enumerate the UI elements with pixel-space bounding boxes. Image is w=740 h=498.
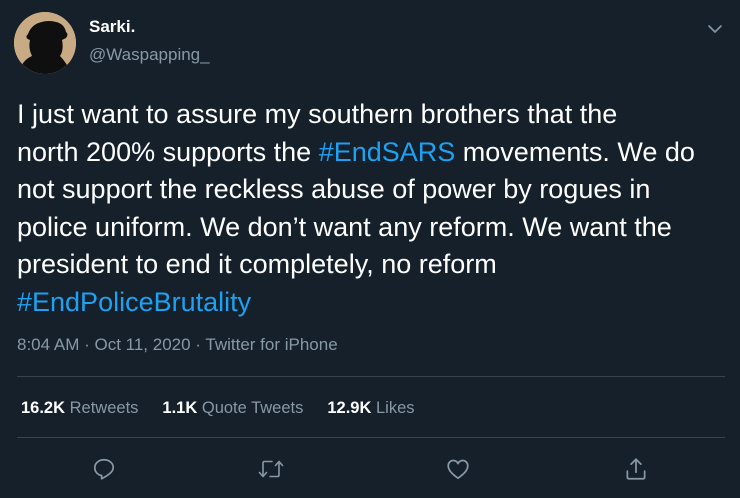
retweets-stat[interactable]: 16.2K Retweets	[21, 399, 138, 418]
reply-button[interactable]	[87, 452, 121, 486]
meta-separator: ·	[190, 335, 206, 354]
likes-label: Likes	[376, 399, 415, 417]
hashtag-endsars[interactable]: #EndSARS	[319, 137, 456, 167]
avatar-silhouette	[14, 12, 76, 74]
hashtag-endpolicebrutality[interactable]: #EndPoliceBrutality	[17, 287, 251, 317]
retweets-count: 16.2K	[21, 399, 66, 417]
retweets-label: Retweets	[69, 399, 139, 417]
share-icon	[626, 458, 646, 480]
share-button[interactable]	[619, 452, 653, 486]
quote-tweets-label: Quote Tweets	[201, 399, 304, 417]
tweet-stats: 16.2K Retweets 1.1K Quote Tweets 12.9K L…	[21, 399, 439, 418]
tweet-time[interactable]: 8:04 AM	[17, 335, 79, 354]
quote-tweets-stat[interactable]: 1.1K Quote Tweets	[162, 399, 303, 418]
author-name[interactable]: Sarki.	[89, 17, 135, 37]
tweet-source[interactable]: Twitter for iPhone	[205, 335, 337, 354]
chevron-down-icon[interactable]	[704, 22, 726, 36]
reply-icon	[93, 458, 115, 480]
likes-stat[interactable]: 12.9K Likes	[327, 399, 414, 418]
quote-tweets-count: 1.1K	[162, 399, 198, 417]
action-bar	[0, 452, 740, 488]
author-handle[interactable]: @Waspapping_	[89, 45, 210, 65]
like-button[interactable]	[441, 452, 475, 486]
tweet-meta: 8:04 AM · Oct 11, 2020 · Twitter for iPh…	[17, 335, 338, 355]
divider	[17, 437, 725, 438]
tweet-date[interactable]: Oct 11, 2020	[94, 335, 190, 354]
meta-separator: ·	[79, 335, 95, 354]
retweet-icon	[258, 460, 284, 478]
likes-count: 12.9K	[327, 399, 372, 417]
tweet-text: I just want to assure my southern brothe…	[17, 96, 729, 321]
like-icon	[447, 459, 469, 480]
divider	[17, 376, 725, 377]
retweet-button[interactable]	[254, 452, 288, 486]
avatar[interactable]	[14, 12, 76, 74]
